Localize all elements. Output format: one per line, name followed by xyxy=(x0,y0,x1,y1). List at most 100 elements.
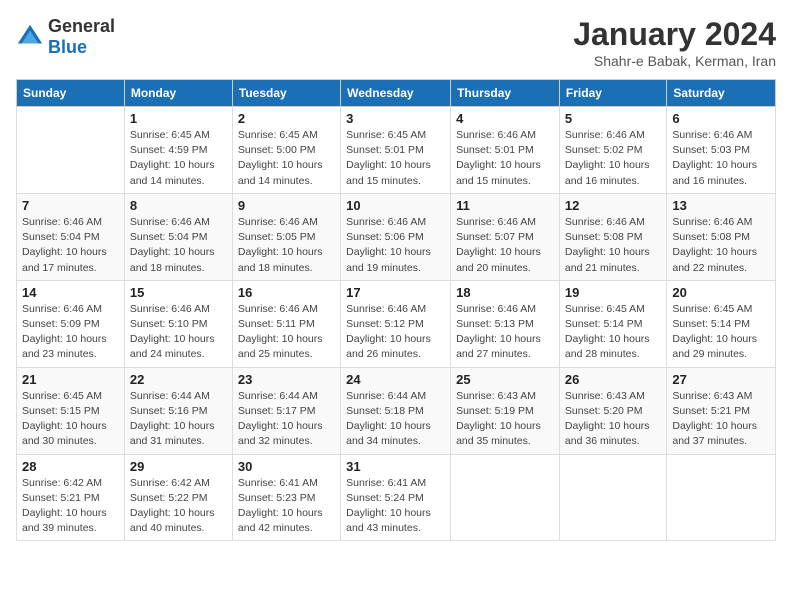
day-info: Sunrise: 6:45 AMSunset: 5:01 PMDaylight:… xyxy=(346,129,431,187)
day-info: Sunrise: 6:44 AMSunset: 5:17 PMDaylight:… xyxy=(238,390,323,448)
title-area: January 2024 Shahr-e Babak, Kerman, Iran xyxy=(573,16,776,69)
logo: General Blue xyxy=(16,16,115,58)
calendar-cell xyxy=(451,454,560,541)
day-info: Sunrise: 6:44 AMSunset: 5:16 PMDaylight:… xyxy=(130,390,215,448)
day-info: Sunrise: 6:43 AMSunset: 5:19 PMDaylight:… xyxy=(456,390,541,448)
day-number: 16 xyxy=(238,285,335,300)
day-info: Sunrise: 6:46 AMSunset: 5:05 PMDaylight:… xyxy=(238,216,323,274)
day-number: 6 xyxy=(672,111,770,126)
day-number: 29 xyxy=(130,459,227,474)
calendar-cell: 6 Sunrise: 6:46 AMSunset: 5:03 PMDaylight… xyxy=(667,107,776,194)
day-header-thursday: Thursday xyxy=(451,80,560,107)
day-info: Sunrise: 6:45 AMSunset: 5:14 PMDaylight:… xyxy=(672,303,757,361)
day-info: Sunrise: 6:46 AMSunset: 5:13 PMDaylight:… xyxy=(456,303,541,361)
day-info: Sunrise: 6:45 AMSunset: 5:15 PMDaylight:… xyxy=(22,390,107,448)
week-row-2: 7 Sunrise: 6:46 AMSunset: 5:04 PMDaylight… xyxy=(17,193,776,280)
subtitle: Shahr-e Babak, Kerman, Iran xyxy=(573,53,776,69)
day-info: Sunrise: 6:43 AMSunset: 5:21 PMDaylight:… xyxy=(672,390,757,448)
day-info: Sunrise: 6:46 AMSunset: 5:06 PMDaylight:… xyxy=(346,216,431,274)
calendar-cell: 25 Sunrise: 6:43 AMSunset: 5:19 PMDayligh… xyxy=(451,367,560,454)
day-number: 10 xyxy=(346,198,445,213)
calendar-cell: 9 Sunrise: 6:46 AMSunset: 5:05 PMDaylight… xyxy=(232,193,340,280)
day-number: 31 xyxy=(346,459,445,474)
day-info: Sunrise: 6:46 AMSunset: 5:01 PMDaylight:… xyxy=(456,129,541,187)
calendar-table: SundayMondayTuesdayWednesdayThursdayFrid… xyxy=(16,79,776,541)
month-title: January 2024 xyxy=(573,16,776,53)
calendar-cell: 26Sunrise: 6:43 AMSunset: 5:20 PMDayligh… xyxy=(559,367,666,454)
day-info: Sunrise: 6:46 AMSunset: 5:12 PMDaylight:… xyxy=(346,303,431,361)
calendar-cell: 17 Sunrise: 6:46 AMSunset: 5:12 PMDayligh… xyxy=(341,280,451,367)
calendar-cell: 14 Sunrise: 6:46 AMSunset: 5:09 PMDayligh… xyxy=(17,280,125,367)
day-number: 17 xyxy=(346,285,445,300)
calendar-cell: 2 Sunrise: 6:45 AMSunset: 5:00 PMDaylight… xyxy=(232,107,340,194)
day-info: Sunrise: 6:46 AMSunset: 5:08 PMDaylight:… xyxy=(672,216,757,274)
day-header-sunday: Sunday xyxy=(17,80,125,107)
day-info: Sunrise: 6:45 AMSunset: 5:00 PMDaylight:… xyxy=(238,129,323,187)
header-row: SundayMondayTuesdayWednesdayThursdayFrid… xyxy=(17,80,776,107)
day-info: Sunrise: 6:46 AMSunset: 5:10 PMDaylight:… xyxy=(130,303,215,361)
logo-icon xyxy=(16,23,44,51)
week-row-5: 28 Sunrise: 6:42 AMSunset: 5:21 PMDayligh… xyxy=(17,454,776,541)
day-number: 28 xyxy=(22,459,119,474)
calendar-cell: 8Sunrise: 6:46 AMSunset: 5:04 PMDaylight… xyxy=(124,193,232,280)
calendar-cell: 29Sunrise: 6:42 AMSunset: 5:22 PMDayligh… xyxy=(124,454,232,541)
calendar-cell: 27Sunrise: 6:43 AMSunset: 5:21 PMDayligh… xyxy=(667,367,776,454)
calendar-cell xyxy=(17,107,125,194)
day-info: Sunrise: 6:42 AMSunset: 5:21 PMDaylight:… xyxy=(22,477,107,535)
day-info: Sunrise: 6:46 AMSunset: 5:02 PMDaylight:… xyxy=(565,129,650,187)
day-number: 12 xyxy=(565,198,661,213)
calendar-cell: 19 Sunrise: 6:45 AMSunset: 5:14 PMDayligh… xyxy=(559,280,666,367)
logo-general: General xyxy=(48,16,115,36)
week-row-4: 21Sunrise: 6:45 AMSunset: 5:15 PMDayligh… xyxy=(17,367,776,454)
day-number: 7 xyxy=(22,198,119,213)
week-row-1: 1Sunrise: 6:45 AMSunset: 4:59 PMDaylight… xyxy=(17,107,776,194)
day-info: Sunrise: 6:46 AMSunset: 5:04 PMDaylight:… xyxy=(130,216,215,274)
calendar-cell xyxy=(559,454,666,541)
calendar-cell: 18 Sunrise: 6:46 AMSunset: 5:13 PMDayligh… xyxy=(451,280,560,367)
calendar-cell: 7Sunrise: 6:46 AMSunset: 5:04 PMDaylight… xyxy=(17,193,125,280)
day-number: 15 xyxy=(130,285,227,300)
day-number: 13 xyxy=(672,198,770,213)
calendar-cell: 31 Sunrise: 6:41 AMSunset: 5:24 PMDayligh… xyxy=(341,454,451,541)
day-number: 30 xyxy=(238,459,335,474)
calendar-cell: 30 Sunrise: 6:41 AMSunset: 5:23 PMDayligh… xyxy=(232,454,340,541)
day-number: 3 xyxy=(346,111,445,126)
calendar-cell: 23Sunrise: 6:44 AMSunset: 5:17 PMDayligh… xyxy=(232,367,340,454)
day-info: Sunrise: 6:46 AMSunset: 5:11 PMDaylight:… xyxy=(238,303,323,361)
day-info: Sunrise: 6:45 AMSunset: 4:59 PMDaylight:… xyxy=(130,129,215,187)
day-number: 4 xyxy=(456,111,554,126)
calendar-cell: 13 Sunrise: 6:46 AMSunset: 5:08 PMDayligh… xyxy=(667,193,776,280)
day-number: 5 xyxy=(565,111,661,126)
calendar-cell: 20 Sunrise: 6:45 AMSunset: 5:14 PMDayligh… xyxy=(667,280,776,367)
calendar-cell: 12 Sunrise: 6:46 AMSunset: 5:08 PMDayligh… xyxy=(559,193,666,280)
calendar-cell: 5 Sunrise: 6:46 AMSunset: 5:02 PMDaylight… xyxy=(559,107,666,194)
calendar-cell: 10 Sunrise: 6:46 AMSunset: 5:06 PMDayligh… xyxy=(341,193,451,280)
calendar-cell: 24Sunrise: 6:44 AMSunset: 5:18 PMDayligh… xyxy=(341,367,451,454)
day-number: 20 xyxy=(672,285,770,300)
day-header-monday: Monday xyxy=(124,80,232,107)
calendar-cell: 16 Sunrise: 6:46 AMSunset: 5:11 PMDayligh… xyxy=(232,280,340,367)
day-info: Sunrise: 6:41 AMSunset: 5:24 PMDaylight:… xyxy=(346,477,431,535)
day-number: 11 xyxy=(456,198,554,213)
calendar-cell: 15 Sunrise: 6:46 AMSunset: 5:10 PMDayligh… xyxy=(124,280,232,367)
day-info: Sunrise: 6:41 AMSunset: 5:23 PMDaylight:… xyxy=(238,477,323,535)
calendar-cell: 21Sunrise: 6:45 AMSunset: 5:15 PMDayligh… xyxy=(17,367,125,454)
day-number: 14 xyxy=(22,285,119,300)
day-info: Sunrise: 6:44 AMSunset: 5:18 PMDaylight:… xyxy=(346,390,431,448)
day-header-saturday: Saturday xyxy=(667,80,776,107)
calendar-cell: 1Sunrise: 6:45 AMSunset: 4:59 PMDaylight… xyxy=(124,107,232,194)
day-number: 9 xyxy=(238,198,335,213)
day-number: 2 xyxy=(238,111,335,126)
day-info: Sunrise: 6:46 AMSunset: 5:03 PMDaylight:… xyxy=(672,129,757,187)
day-number: 18 xyxy=(456,285,554,300)
day-number: 19 xyxy=(565,285,661,300)
day-info: Sunrise: 6:45 AMSunset: 5:14 PMDaylight:… xyxy=(565,303,650,361)
day-info: Sunrise: 6:46 AMSunset: 5:09 PMDaylight:… xyxy=(22,303,107,361)
calendar-cell: 11Sunrise: 6:46 AMSunset: 5:07 PMDayligh… xyxy=(451,193,560,280)
calendar-cell: 22Sunrise: 6:44 AMSunset: 5:16 PMDayligh… xyxy=(124,367,232,454)
logo-blue: Blue xyxy=(48,37,87,57)
calendar-cell: 3 Sunrise: 6:45 AMSunset: 5:01 PMDaylight… xyxy=(341,107,451,194)
day-info: Sunrise: 6:46 AMSunset: 5:08 PMDaylight:… xyxy=(565,216,650,274)
day-header-friday: Friday xyxy=(559,80,666,107)
day-number: 25 xyxy=(456,372,554,387)
